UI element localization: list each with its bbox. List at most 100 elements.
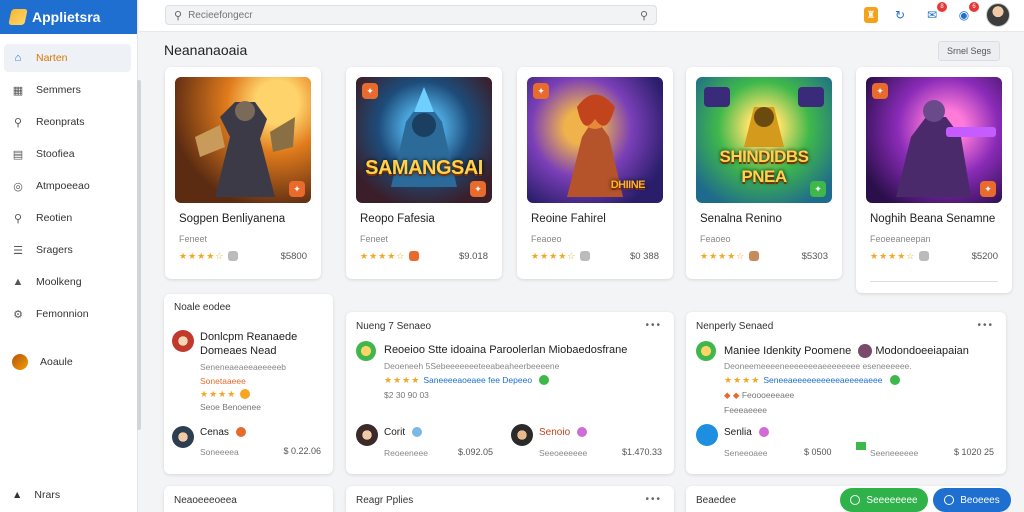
game-title: Reoine Fahirel bbox=[531, 213, 606, 225]
sidebar-item-4[interactable]: ▤ Stoofiea bbox=[4, 140, 131, 168]
star-rating: ★★★★☆ bbox=[179, 251, 225, 261]
game-art-title: DHIINE bbox=[610, 179, 646, 191]
sidebar-item-7[interactable]: ☰ Sragers bbox=[4, 236, 131, 264]
search-input[interactable] bbox=[188, 9, 634, 21]
user-sub: Reoeeneee bbox=[384, 448, 428, 458]
star-rating: ★★★★☆ bbox=[870, 251, 916, 261]
green-action-button[interactable]: Seeeeeeee bbox=[840, 488, 928, 512]
item-description: Seneneaeaeeaeeeeeb bbox=[200, 362, 287, 372]
game-art: ✦ bbox=[175, 77, 311, 203]
sidebar-item-label: Atmpoeeao bbox=[36, 180, 90, 192]
game-art: ✦ DHIINE bbox=[527, 77, 663, 203]
sidebar-item-label: Femonnion bbox=[36, 308, 89, 320]
user-name: Senoio bbox=[539, 427, 587, 438]
tag-icon bbox=[228, 251, 239, 262]
game-badge-icon: ✦ bbox=[470, 181, 486, 197]
bottom-panel-mid: Reagr Pplies ••• bbox=[346, 486, 674, 512]
sidebar-scrollbar[interactable] bbox=[137, 80, 141, 430]
grid-icon: ▦ bbox=[12, 84, 24, 97]
green-button-label: Seeeeeeee bbox=[866, 494, 918, 506]
sidebar: Applietsra ⌂ Narten ▦ Semmers ⚲ Reonprats ▤… bbox=[0, 0, 138, 512]
user-price: $.092.05 bbox=[458, 447, 494, 457]
coin-icon bbox=[240, 389, 251, 400]
sidebar-item-label: Stoofiea bbox=[36, 148, 75, 160]
game-price: $9.018 bbox=[458, 250, 488, 262]
more-options-icon[interactable]: ••• bbox=[645, 494, 662, 505]
sidebar-item-label: Reonprats bbox=[36, 116, 85, 128]
search-submit-icon[interactable]: ⚲ bbox=[640, 9, 648, 22]
game-card[interactable]: ✦ Sogpen Benliyanena Feneet ★★★★☆ $5800 bbox=[165, 67, 321, 279]
user-name-text: Cenas bbox=[200, 427, 229, 438]
check-icon bbox=[889, 375, 900, 386]
user-avatar[interactable] bbox=[986, 3, 1010, 27]
sidebar-bottom-item[interactable]: ▲ Nrars bbox=[4, 482, 132, 508]
sidebar-item-8[interactable]: ▲ Moolkeng bbox=[4, 268, 131, 296]
sidebar-item-profile[interactable]: Aoaule bbox=[4, 348, 131, 376]
game-card[interactable]: ✦ SAMANGSAI ✦ Reopo Fafesia Feneet ★★★★☆… bbox=[346, 67, 502, 279]
game-card[interactable]: SHINDIDBS PNEA ✦ Senalna Renino Feaoeo ★… bbox=[686, 67, 842, 279]
gamepad-icon[interactable]: ◉ 6 bbox=[954, 2, 979, 25]
sidebar-item-9[interactable]: ⚙ Femonnion bbox=[4, 300, 131, 328]
avatar[interactable] bbox=[696, 341, 716, 361]
sidebar-item-5[interactable]: ◎ Atmpoeeao bbox=[4, 172, 131, 200]
plus-circle-icon bbox=[944, 495, 955, 505]
trophy-icon[interactable]: ♜ bbox=[864, 7, 878, 23]
sidebar-item-2[interactable]: ▦ Semmers bbox=[4, 76, 131, 104]
list-icon: ☰ bbox=[13, 244, 23, 257]
panel-title-text: Nenperly Senaed bbox=[696, 321, 774, 332]
clock-icon[interactable] bbox=[696, 424, 718, 446]
avatar[interactable] bbox=[172, 426, 194, 448]
user-price: $ 0.22.06 bbox=[283, 446, 321, 456]
avatar[interactable] bbox=[172, 330, 194, 352]
featured-panel: Noale eodee Donlcpm Reanaede Domeaes Nea… bbox=[164, 294, 333, 474]
more-options-icon[interactable]: ••• bbox=[977, 320, 994, 331]
news-meta-2: Feeeaeeee bbox=[724, 405, 768, 415]
rating-row: ★★★★☆ $9.018 bbox=[360, 250, 488, 262]
game-art-title: SAMANGSAI bbox=[365, 157, 483, 179]
news-meta-text: Feoooeeeaee bbox=[741, 390, 795, 400]
game-badge-icon: ✦ bbox=[980, 181, 996, 197]
sidebar-item-home[interactable]: ⌂ Narten bbox=[4, 44, 131, 72]
sidebar-item-3[interactable]: ⚲ Reonprats bbox=[4, 108, 131, 136]
game-art: ✦ ✦ bbox=[866, 77, 1002, 203]
search-icon: ⚲ bbox=[174, 9, 183, 22]
app-brand[interactable]: Applietsra bbox=[0, 0, 137, 34]
news-panel: Nueng 7 Senaeo ••• Reoeioo Stte idoaina … bbox=[346, 312, 674, 474]
game-card[interactable]: ✦ ✦ Noghih Beana Senamne Feoeeaneepan ★★… bbox=[856, 67, 1012, 293]
game-price: $0 388 bbox=[629, 250, 659, 262]
tag-icon bbox=[409, 251, 420, 262]
app-logo-icon bbox=[8, 9, 28, 25]
more-options-icon[interactable]: ••• bbox=[645, 320, 662, 331]
user-name-text: Senoio bbox=[539, 427, 571, 438]
star-rating: ★★★★☆ bbox=[360, 251, 406, 261]
sidebar-item-label: Sragers bbox=[36, 244, 73, 256]
page-action-button[interactable]: Srnel Segs bbox=[937, 41, 1000, 61]
game-title: Reopo Fafesia bbox=[360, 213, 435, 225]
game-badge-icon: ✦ bbox=[362, 83, 378, 99]
star-rating: ★★★★☆ bbox=[531, 251, 577, 261]
game-price: $5303 bbox=[801, 250, 828, 262]
news-description: Deoneemeeeeneeeeeeeaeeeeeeee eseneeeeee. bbox=[724, 361, 912, 371]
game-subtitle: Feneet bbox=[179, 234, 208, 244]
refresh-icon[interactable]: ↻ bbox=[890, 5, 910, 25]
avatar[interactable] bbox=[356, 424, 378, 446]
news-description: Deoeneeh 5Sebeeeeeeeteeabeaheerbeeeene bbox=[384, 361, 560, 371]
avatar[interactable] bbox=[356, 341, 376, 361]
chat-icon[interactable]: ✉ 8 bbox=[922, 2, 947, 25]
game-card[interactable]: ✦ DHIINE Reoine Fahirel Feaoeo ★★★★☆ $0 3… bbox=[517, 67, 673, 279]
game-title: Sogpen Benliyanena bbox=[179, 213, 286, 225]
app-title: Applietsra bbox=[32, 9, 101, 25]
game-badge-icon: ✦ bbox=[289, 181, 305, 197]
card-divider bbox=[870, 281, 998, 282]
item-title: Donlcpm Reanaede bbox=[200, 331, 298, 343]
sidebar-item-6[interactable]: ⚲ Reotien bbox=[4, 204, 131, 232]
panel-title: Neaoeeeoeea bbox=[174, 495, 237, 506]
avatar[interactable] bbox=[511, 424, 533, 446]
avatar bbox=[12, 354, 28, 370]
news-tag-text: Seneeaeeeeeeeeeeaeeeeaeee bbox=[763, 375, 883, 385]
settings-icon: ⚙ bbox=[13, 308, 23, 321]
user-sub: Seneeoaee bbox=[724, 448, 768, 458]
blue-action-button[interactable]: Beoeees bbox=[933, 488, 1011, 512]
status-icon bbox=[235, 427, 246, 438]
game-art: SHINDIDBS PNEA ✦ bbox=[696, 77, 832, 203]
